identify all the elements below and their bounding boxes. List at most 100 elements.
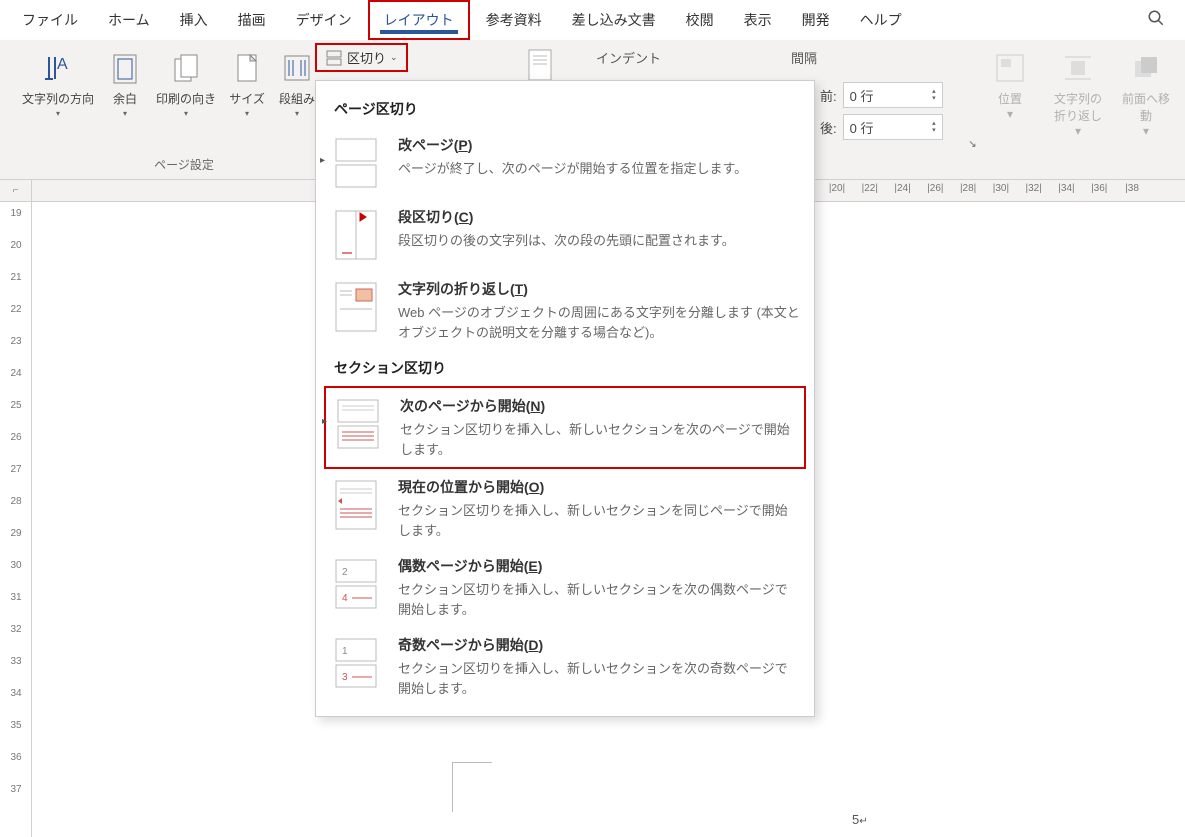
caret-icon: ▾ (184, 109, 188, 118)
text-wrapping-break-title: 文字列の折り返し(T) (398, 279, 800, 299)
caret-icon: ▾ (1143, 124, 1149, 138)
next-page-section-desc: セクション区切りを挿入し、新しいセクションを次のページで開始します。 (400, 420, 798, 459)
columns-icon (279, 50, 315, 86)
tab-review[interactable]: 校閲 (672, 2, 728, 38)
margins-label: 余白 (113, 90, 137, 107)
breaks-dropdown: ページ区切り ▸ 改ページ(P) ページが終了し、次のページが開始する位置を指定… (315, 80, 815, 717)
odd-page-section-title: 奇数ページから開始(D) (398, 635, 800, 655)
spinner-arrows-icon[interactable]: ▴▾ (932, 88, 936, 102)
spinner-arrows-icon[interactable]: ▴▾ (932, 120, 936, 134)
tab-draw[interactable]: 描画 (224, 2, 280, 38)
size-button[interactable]: サイズ ▾ (222, 46, 272, 122)
bring-forward-icon (1128, 50, 1164, 86)
spacing-after-label: 後: (820, 118, 837, 137)
indent-spacing-labels: インデント 間隔 (596, 48, 817, 67)
tab-help[interactable]: ヘルプ (846, 2, 916, 38)
position-label: 位置 (998, 90, 1022, 107)
page-number: 5↵ (852, 812, 868, 827)
search-icon[interactable] (1147, 9, 1165, 32)
continuous-section-icon (330, 477, 382, 533)
next-page-section-icon (332, 396, 384, 452)
tab-insert[interactable]: 挿入 (166, 2, 222, 38)
chevron-down-icon: ⌄ (390, 52, 398, 63)
size-icon (229, 50, 265, 86)
orientation-icon (168, 50, 204, 86)
ruler-corner: ⌐ (0, 180, 32, 202)
arrange-group: 位置 ▾ 文字列の折り返し ▾ 前面へ移動 ▾ (981, 50, 1175, 138)
margins-button[interactable]: 余白 ▾ (100, 46, 150, 122)
continuous-section-title: 現在の位置から開始(O) (398, 477, 800, 497)
tab-file[interactable]: ファイル (8, 2, 92, 38)
page-setup-group-label: ページ設定 (0, 156, 368, 173)
breaks-label: 区切り (347, 48, 386, 67)
breaks-icon (325, 49, 343, 67)
tab-layout[interactable]: レイアウト (368, 0, 470, 40)
spacing-after-input[interactable]: 0 行 ▴▾ (843, 114, 943, 140)
section-breaks-section-title: セクション区切り (316, 350, 814, 386)
caret-icon: ▾ (295, 109, 299, 118)
page-setup-group: A 文字列の方向 ▾ 余白 ▾ 印刷の向き ▾ サイズ ▾ (10, 46, 328, 179)
margins-icon (107, 50, 143, 86)
column-break-item[interactable]: 段区切り(C) 段区切りの後の文字列は、次の段の先頭に配置されます。 (316, 199, 814, 271)
page-breaks-section-title: ページ区切り (316, 91, 814, 127)
size-label: サイズ (229, 90, 265, 107)
spacing-label: 間隔 (791, 48, 817, 67)
wrap-text-icon (1060, 50, 1096, 86)
svg-text:2: 2 (342, 567, 348, 578)
page-break-item[interactable]: ▸ 改ページ(P) ページが終了し、次のページが開始する位置を指定します。 (316, 127, 814, 199)
spacing-before-input[interactable]: 0 行 ▴▾ (843, 82, 943, 108)
text-wrapping-break-icon (330, 279, 382, 335)
h-ruler-marks: |20| |22| |24| |26| |28| |30| |32| |34| … (822, 183, 1147, 194)
continuous-section-item[interactable]: 現在の位置から開始(O) セクション区切りを挿入し、新しいセクションを同じページ… (316, 469, 814, 548)
bring-forward-button: 前面へ移動 ▾ (1117, 50, 1175, 138)
wrap-text-button: 文字列の折り返し ▾ (1049, 50, 1107, 138)
text-direction-label: 文字列の方向 (22, 90, 94, 107)
svg-text:3: 3 (342, 672, 348, 683)
caret-icon: ▾ (56, 109, 60, 118)
tab-mailmerge[interactable]: 差し込み文書 (558, 2, 670, 38)
spacing-fields: 前: 0 行 ▴▾ 後: 0 行 ▴▾ ↘ (820, 82, 943, 140)
tab-home[interactable]: ホーム (94, 2, 164, 38)
caret-icon: ▾ (123, 109, 127, 118)
odd-page-section-icon: 13 (330, 635, 382, 691)
svg-text:4: 4 (342, 593, 348, 604)
text-direction-icon: A (40, 50, 76, 86)
bring-forward-label: 前面へ移動 (1117, 90, 1175, 124)
caret-icon: ▾ (245, 109, 249, 118)
tab-references[interactable]: 参考資料 (472, 2, 556, 38)
tab-design[interactable]: デザイン (282, 2, 366, 38)
text-direction-button[interactable]: A 文字列の方向 ▾ (16, 46, 100, 122)
vertical-ruler[interactable]: 19 20 21 22 23 24 25 26 27 28 29 30 31 3… (0, 202, 32, 837)
even-page-section-icon: 24 (330, 556, 382, 612)
line-numbers-icon (525, 48, 561, 84)
orientation-button[interactable]: 印刷の向き ▾ (150, 46, 222, 122)
continuous-section-desc: セクション区切りを挿入し、新しいセクションを同じページで開始します。 (398, 501, 800, 540)
submenu-arrow-icon: ▸ (322, 416, 327, 427)
wrap-text-label: 文字列の折り返し (1049, 90, 1107, 124)
svg-text:A: A (57, 56, 68, 73)
even-page-section-item[interactable]: 24 偶数ページから開始(E) セクション区切りを挿入し、新しいセクションを次の… (316, 548, 814, 627)
column-break-icon (330, 207, 382, 263)
next-page-section-title: 次のページから開始(N) (400, 396, 798, 416)
page-break-title: 改ページ(P) (398, 135, 800, 155)
text-wrapping-break-desc: Web ページのオブジェクトの周囲にある文字列を分離します (本文とオブジェクト… (398, 303, 800, 342)
even-page-section-desc: セクション区切りを挿入し、新しいセクションを次の偶数ページで開始します。 (398, 580, 800, 619)
dialog-launcher-icon[interactable]: ↘ (968, 139, 976, 150)
tab-developer[interactable]: 開発 (788, 2, 844, 38)
odd-page-section-desc: セクション区切りを挿入し、新しいセクションを次の奇数ページで開始します。 (398, 659, 800, 698)
text-wrapping-break-item[interactable]: 文字列の折り返し(T) Web ページのオブジェクトの周囲にある文字列を分離しま… (316, 271, 814, 350)
caret-icon: ▾ (1007, 107, 1013, 121)
spacing-before-value: 0 行 (850, 86, 874, 105)
spacing-before-label: 前: (820, 86, 837, 105)
submenu-arrow-icon: ▸ (320, 155, 325, 166)
column-break-title: 段区切り(C) (398, 207, 800, 227)
indent-label: インデント (596, 48, 661, 67)
page-corner-mark (452, 762, 492, 812)
next-page-section-item[interactable]: ▸ 次のページから開始(N) セクション区切りを挿入し、新しいセクションを次のペ… (324, 386, 806, 469)
page-break-desc: ページが終了し、次のページが開始する位置を指定します。 (398, 159, 800, 179)
page-break-icon (330, 135, 382, 191)
odd-page-section-item[interactable]: 13 奇数ページから開始(D) セクション区切りを挿入し、新しいセクションを次の… (316, 627, 814, 706)
breaks-button[interactable]: 区切り ⌄ (315, 43, 408, 72)
tab-view[interactable]: 表示 (730, 2, 786, 38)
even-page-section-title: 偶数ページから開始(E) (398, 556, 800, 576)
